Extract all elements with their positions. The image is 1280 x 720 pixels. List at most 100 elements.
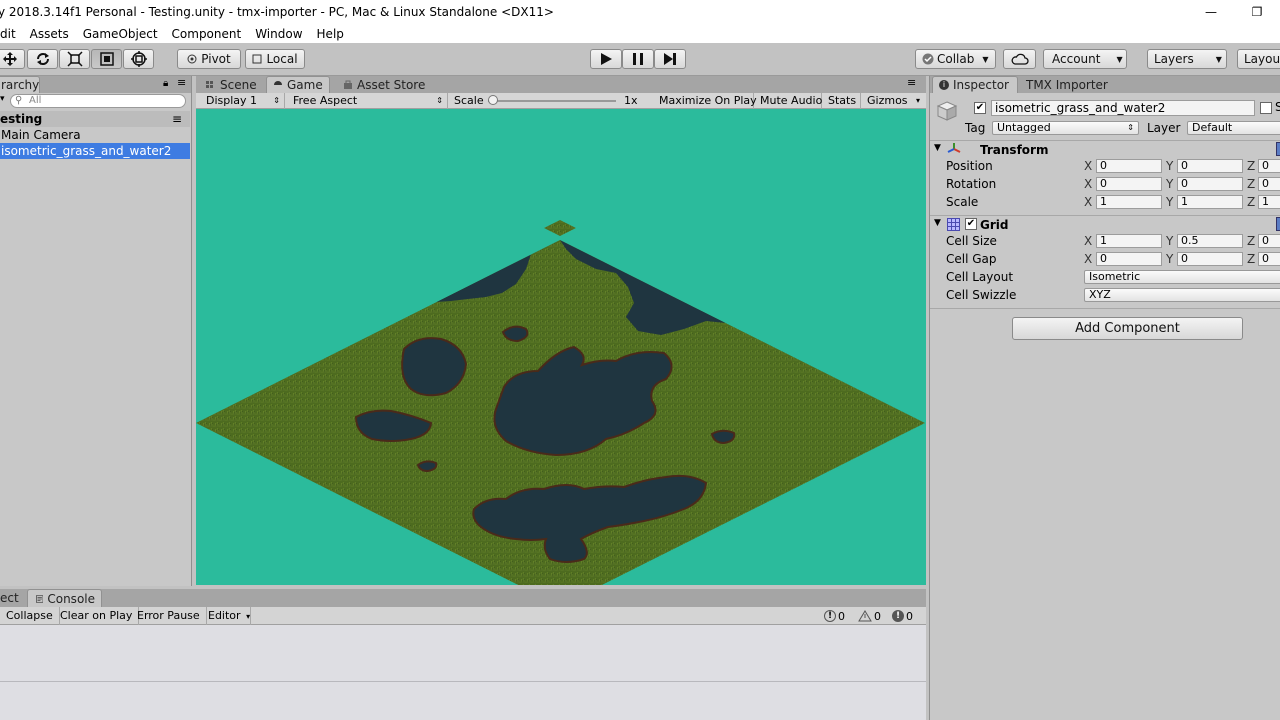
tab-console[interactable]: Console: [27, 589, 102, 607]
pivot-toggle[interactable]: Pivot: [177, 49, 241, 69]
editor-dropdown[interactable]: Editor ▾: [202, 607, 251, 625]
layer-dropdown[interactable]: Default: [1187, 121, 1280, 135]
cell-swizzle-dropdown[interactable]: XYZ: [1084, 288, 1280, 302]
step-button[interactable]: [654, 49, 686, 69]
game-panel-menu-icon[interactable]: ≡: [907, 76, 916, 89]
display-label: Display 1: [206, 94, 258, 107]
rotation-y-field[interactable]: 0: [1177, 177, 1243, 191]
minimize-button[interactable]: —: [1188, 0, 1234, 24]
warning-count-toggle[interactable]: 0: [858, 609, 881, 623]
scale-slider-thumb[interactable]: [488, 95, 498, 105]
restore-button[interactable]: ❐: [1234, 0, 1280, 24]
aspect-dropdown[interactable]: Free Aspect ⇕: [287, 93, 448, 109]
cell-size-x-field[interactable]: 1: [1096, 234, 1162, 248]
tab-scene[interactable]: Scene: [200, 76, 263, 93]
menu-help[interactable]: Help: [311, 27, 352, 41]
tab-project[interactable]: ect: [0, 589, 25, 607]
transform-foldout-arrow-icon: ▼: [934, 143, 941, 153]
tag-dropdown[interactable]: Untagged ⇕: [992, 121, 1139, 135]
hierarchy-item-main-camera[interactable]: Main Camera: [0, 127, 190, 143]
tab-tmx-importer[interactable]: TMX Importer: [1020, 76, 1114, 93]
rotation-z-field[interactable]: 0: [1258, 177, 1280, 191]
transform-settings-icon[interactable]: [1276, 142, 1280, 156]
search-placeholder: All: [29, 95, 42, 106]
local-icon: [252, 54, 262, 64]
pause-button[interactable]: [622, 49, 654, 69]
local-toggle[interactable]: Local: [245, 49, 305, 69]
water-small-pond-2: [416, 460, 438, 473]
panel-menu-icon[interactable]: ≡: [177, 76, 186, 89]
scene-header[interactable]: esting ≡: [0, 111, 190, 127]
menu-assets[interactable]: Assets: [24, 27, 77, 41]
gizmos-dropdown[interactable]: Gizmos ▾: [861, 93, 926, 109]
rotation-label: Rotation: [946, 177, 997, 191]
tab-asset-store[interactable]: Asset Store: [337, 76, 431, 93]
collab-dropdown[interactable]: Collab ▼: [915, 49, 996, 69]
cell-gap-x-field[interactable]: 0: [1096, 252, 1162, 266]
object-name-value: isometric_grass_and_water2: [995, 101, 1166, 115]
maximize-on-play-toggle[interactable]: Maximize On Play: [653, 93, 757, 109]
cell-gap-y-field[interactable]: 0: [1177, 252, 1243, 266]
transform-tool-button[interactable]: [123, 49, 154, 69]
grid-enabled-checkbox[interactable]: ✔: [965, 218, 977, 230]
tab-game-label: Game: [287, 78, 323, 92]
scene-menu-icon[interactable]: ≡: [172, 111, 182, 127]
create-dropdown-arrow-icon[interactable]: ▾: [0, 94, 5, 104]
error-pause-toggle[interactable]: Error Pause: [131, 607, 207, 625]
collapse-toggle[interactable]: Collapse: [0, 607, 60, 625]
rotation-x-field[interactable]: 0: [1096, 177, 1162, 191]
move-tool-button[interactable]: [0, 49, 25, 69]
rect-tool-button[interactable]: [91, 49, 122, 69]
grid-header[interactable]: ▼ ✔ Grid: [930, 216, 1280, 234]
layout-dropdown[interactable]: Layout: [1237, 49, 1280, 69]
menu-component[interactable]: Component: [166, 27, 250, 41]
object-name-field[interactable]: isometric_grass_and_water2: [991, 100, 1255, 116]
scale-z-field[interactable]: 1: [1258, 195, 1280, 209]
transform-header[interactable]: ▼ Transform: [930, 141, 1280, 159]
tab-game[interactable]: Game: [266, 76, 330, 93]
scale-tool-button[interactable]: [59, 49, 90, 69]
cell-size-y-field[interactable]: 0.5: [1177, 234, 1243, 248]
stats-toggle[interactable]: Stats: [822, 93, 861, 109]
rect-tool-icon: [99, 52, 114, 66]
lock-icon[interactable]: 🔒︎: [163, 78, 168, 89]
tab-inspector[interactable]: i Inspector: [932, 76, 1018, 93]
scale-x-field[interactable]: 1: [1096, 195, 1162, 209]
mute-audio-toggle[interactable]: Mute Audio: [754, 93, 822, 109]
display-dropdown[interactable]: Display 1 ⇕: [200, 93, 285, 109]
scale-value: 1x: [624, 94, 638, 107]
menu-window[interactable]: Window: [249, 27, 310, 41]
scene-icon: [206, 80, 213, 88]
error-count-toggle[interactable]: ! 0: [892, 609, 913, 623]
layers-dropdown[interactable]: Layers ▼: [1147, 49, 1227, 69]
add-component-label: Add Component: [1075, 321, 1180, 336]
game-view[interactable]: [196, 109, 926, 585]
cloud-button[interactable]: [1003, 49, 1036, 69]
console-divider: [0, 681, 926, 682]
cell-gap-z-field[interactable]: 0: [1258, 252, 1280, 266]
menu-gameobject[interactable]: GameObject: [77, 27, 166, 41]
play-button[interactable]: [590, 49, 622, 69]
position-x-label: X: [1084, 159, 1093, 173]
add-component-button[interactable]: Add Component: [1012, 317, 1243, 340]
position-x-field[interactable]: 0: [1096, 159, 1162, 173]
console-toolbar: Collapse Clear on Play Error Pause Edito…: [0, 607, 926, 625]
info-count-toggle[interactable]: ! 0: [824, 609, 845, 623]
scale-slider-track[interactable]: [488, 100, 616, 102]
clear-on-play-toggle[interactable]: Clear on Play: [54, 607, 140, 625]
cell-layout-dropdown[interactable]: Isometric: [1084, 270, 1280, 284]
cell-size-z-field[interactable]: 0: [1258, 234, 1280, 248]
position-y-field[interactable]: 0: [1177, 159, 1243, 173]
active-checkbox[interactable]: ✔: [974, 102, 986, 114]
scale-y-field[interactable]: 1: [1177, 195, 1243, 209]
account-dropdown[interactable]: Account ▼: [1043, 49, 1127, 69]
hierarchy-item-isometric-grass[interactable]: isometric_grass_and_water2: [0, 143, 190, 159]
static-checkbox[interactable]: [1260, 102, 1272, 114]
hierarchy-search-input[interactable]: ⚲ All: [10, 94, 186, 108]
grid-settings-icon[interactable]: [1276, 217, 1280, 231]
menu-edit[interactable]: dit: [0, 27, 24, 41]
position-z-field[interactable]: 0: [1258, 159, 1280, 173]
collab-check-icon: [922, 53, 934, 65]
rotate-tool-button[interactable]: [27, 49, 58, 69]
tab-hierarchy[interactable]: rarchy: [0, 76, 40, 93]
